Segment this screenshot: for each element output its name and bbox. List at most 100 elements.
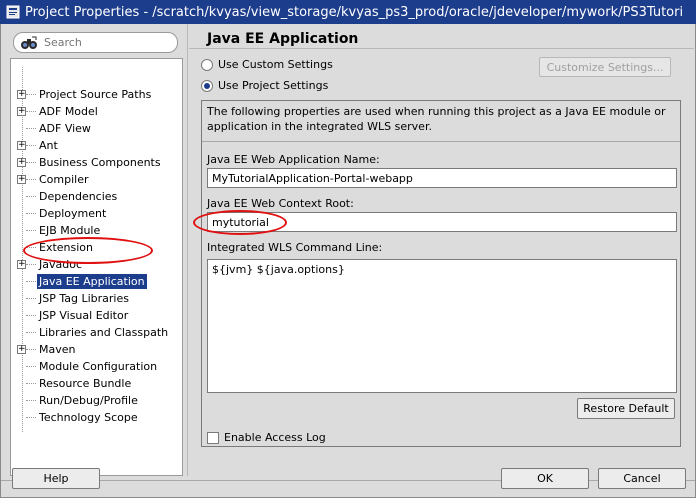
tree-connector [26,111,36,112]
ok-button[interactable]: OK [501,468,589,489]
radio-button-project[interactable] [201,79,213,92]
tree-item-label: ADF View [39,122,91,135]
use-project-settings-radio[interactable]: Use Project Settings [201,77,328,94]
tree-item-label: JSP Tag Libraries [39,292,129,305]
tree-item[interactable]: + Javadoc [11,256,181,273]
tree-item[interactable]: Module Configuration [11,358,181,375]
tree-item[interactable]: + Compiler [11,171,181,188]
tree-connector [26,247,36,248]
project-properties-dialog: + Project Source Paths + ADF Model ADF View +… [0,24,696,498]
tree-connector [26,264,36,265]
tree-item-label: Resource Bundle [39,377,132,390]
search-input[interactable] [40,34,160,51]
help-button[interactable]: Help [12,468,100,489]
tree-item[interactable]: Resource Bundle [11,375,181,392]
tree-connector [26,162,36,163]
tree-item-label: Java EE Application [37,274,147,289]
description-divider [202,141,680,142]
tree-item-label: Javadoc [39,258,82,271]
header-divider [189,48,694,49]
page-title: Java EE Application [207,31,359,47]
radio-label-custom: Use Custom Settings [218,58,333,71]
tree-item[interactable]: Technology Scope [11,409,181,426]
tree-item-label: Module Configuration [39,360,158,373]
tree-connector [26,230,36,231]
expand-icon[interactable]: + [17,345,26,354]
cancel-button[interactable]: Cancel [598,468,686,489]
expand-icon[interactable]: + [17,158,26,167]
web-app-name-label: Java EE Web Application Name: [207,153,380,166]
title-bar[interactable]: Project Properties - /scratch/kvyas/view… [0,0,696,24]
tree-item-label: EJB Module [39,224,101,237]
tree-item[interactable]: Deployment [11,205,181,222]
tree-connector [26,383,36,384]
expand-icon[interactable]: + [17,141,26,150]
command-line-textarea[interactable] [207,259,677,393]
tree-connector [26,196,36,197]
enable-access-log-checkbox[interactable]: Enable Access Log [207,430,326,445]
app-icon [5,4,21,20]
button-bar-divider [1,480,695,481]
expand-icon[interactable]: + [17,260,26,269]
settings-panel: Java EE Application Use Custom Settings … [189,24,694,476]
search-box[interactable] [13,32,178,53]
tree-item[interactable]: Libraries and Classpath [11,324,181,341]
restore-default-button[interactable]: Restore Default [577,398,675,419]
settings-tree: + Project Source Paths + ADF Model ADF View +… [10,58,183,476]
tree-connector [26,128,36,129]
tree-connector [26,281,36,282]
tree-item-label: Compiler [39,173,89,186]
tree-connector [26,298,36,299]
tree-item[interactable]: + Project Source Paths [11,86,181,103]
command-line-label: Integrated WLS Command Line: [207,241,383,254]
tree-item-label: Libraries and Classpath [39,326,169,339]
tree-item[interactable]: Java EE Application [11,273,181,290]
pane-divider[interactable] [187,24,188,476]
access-log-label: Enable Access Log [224,431,326,444]
expand-icon[interactable]: + [17,107,26,116]
expand-icon[interactable]: + [17,175,26,184]
tree-item[interactable]: Extension [11,239,181,256]
tree-item-label: Dependencies [39,190,118,203]
navigation-pane: + Project Source Paths + ADF Model ADF View +… [10,29,183,476]
settings-group: The following properties are used when r… [201,100,681,447]
tree-item[interactable]: EJB Module [11,222,181,239]
context-root-field[interactable] [207,212,677,232]
tree-connector [26,417,36,418]
tree-item[interactable]: + Business Components [11,154,181,171]
tree-item-label: Ant [39,139,58,152]
tree-item-label: ADF Model [39,105,98,118]
tree-connector [26,315,36,316]
tree-item[interactable]: + Maven [11,341,181,358]
tree-connector [26,349,36,350]
tree-connector [26,332,36,333]
tree-item[interactable]: + ADF Model [11,103,181,120]
window-title: Project Properties - /scratch/kvyas/view… [25,4,684,20]
tree-item-label: Business Components [39,156,161,169]
tree-item[interactable]: + Ant [11,137,181,154]
tree-connector [26,213,36,214]
tree-item[interactable]: Run/Debug/Profile [11,392,181,409]
description-text: The following properties are used when r… [207,105,666,133]
tree-item[interactable]: JSP Visual Editor [11,307,181,324]
web-app-name-field[interactable] [207,168,677,188]
use-custom-settings-radio[interactable]: Use Custom Settings [201,56,333,73]
tree-connector [26,400,36,401]
context-root-label: Java EE Web Context Root: [207,197,354,210]
tree-connector [26,94,36,95]
tree-item[interactable]: JSP Tag Libraries [11,290,181,307]
radio-button-custom[interactable] [201,58,213,71]
tree-item-label: Extension [39,241,94,254]
radio-label-project: Use Project Settings [218,79,329,92]
binoculars-search-icon[interactable] [18,33,40,52]
tree-item[interactable]: ADF View [11,120,181,137]
tree-connector [26,145,36,146]
expand-icon[interactable]: + [17,90,26,99]
tree-item-label: Deployment [39,207,107,220]
tree-item-label: Project Source Paths [39,88,152,101]
access-log-checkbox-box[interactable] [207,431,219,444]
tree-item-label: Technology Scope [39,411,138,424]
tree-connector [26,179,36,180]
tree-item-label: Maven [39,343,76,356]
tree-item[interactable]: Dependencies [11,188,181,205]
